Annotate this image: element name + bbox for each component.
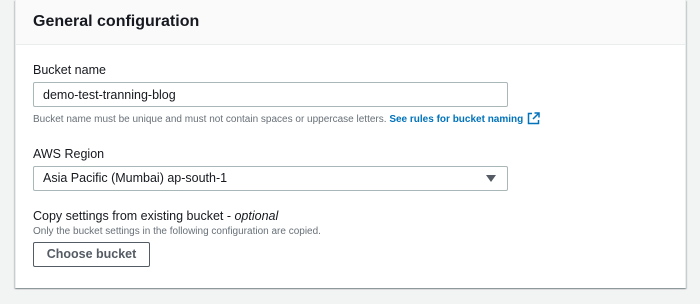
optional-tag: optional [234,209,279,223]
bucket-naming-rules-link[interactable]: See rules for bucket naming [389,114,523,125]
external-link-icon[interactable] [527,112,541,130]
choose-bucket-button[interactable]: Choose bucket [33,242,150,267]
panel-header: General configuration [16,0,685,45]
caret-down-icon [486,175,496,182]
bucket-name-hint-text: Bucket name must be unique and must not … [33,114,387,125]
copy-settings-label: Copy settings from existing bucket - opt… [33,207,278,225]
bucket-name-input[interactable] [33,82,508,107]
panel-title: General configuration [33,13,200,30]
aws-region-selected-value: Asia Pacific (Mumbai) ap-south-1 [43,171,228,185]
aws-region-select[interactable]: Asia Pacific (Mumbai) ap-south-1 [33,166,508,191]
general-configuration-panel: General configuration Bucket name Bucket… [15,0,686,288]
copy-settings-label-text: Copy settings from existing bucket - [33,209,235,223]
bucket-name-hint: Bucket name must be unique and must not … [33,112,541,130]
copy-settings-description: Only the bucket settings in the followin… [33,226,321,237]
bucket-name-label: Bucket name [33,63,106,77]
aws-region-label: AWS Region [33,147,105,161]
